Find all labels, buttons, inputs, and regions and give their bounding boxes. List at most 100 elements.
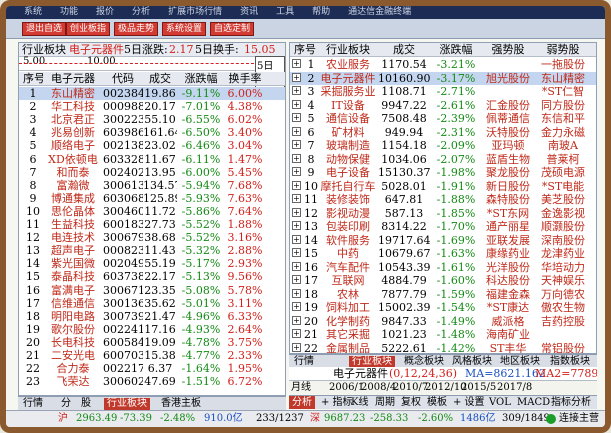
left-col-header[interactable]: 成交 [143,72,177,86]
tab-hk-main[interactable]: 香港主板 [158,398,204,410]
left-col-header[interactable]: 代码 [103,72,143,86]
left-col-header[interactable]: 涨跌幅 [179,72,223,86]
period-label[interactable]: 月线 [291,381,311,394]
industry-change: -2.09% [436,139,476,152]
indicator-button[interactable]: + 指标 [321,396,353,409]
table-row[interactable]: +8 动物保健 1034.06 -2.07% 蓝盾生物 普莱柯 [290,153,596,166]
table-row[interactable]: +10 摩托自行车 5028.01 -1.91% 新日股份 *ST电能 [290,180,596,193]
table-row[interactable]: +22 金属制品 5222.61 -1.42% ST丰华 常铝股份 [290,342,596,353]
table-row[interactable]: 18 明阳电路 300739 21.47 -4.96% 6.33% [19,310,285,323]
right-col-header[interactable]: 涨跌幅 [434,43,478,57]
table-row[interactable]: 9 博通集成 603068125.89 -5.93% 7.63% [19,192,285,205]
table-row[interactable]: 17 信维通信 300136 35.62 -5.01% 3.11% [19,297,285,310]
right-col-header[interactable]: 成交 [378,43,430,57]
table-row[interactable]: 5 顺络电子 002138 23.02 -6.46% 3.04% [19,139,285,152]
table-row[interactable]: +19 饲料加工 15002.39 -1.54% *ST康达 傲农生物 [290,301,596,314]
table-row[interactable]: +17 互联网 4884.79 -1.60% 科达股份 天神娱乐 [290,274,596,287]
industry-amount: 8314.22 [381,220,427,233]
analysis-button[interactable]: 分析 [289,396,315,409]
table-row[interactable]: 3 北京君正 300223 55.10 -6.55% 6.02% [19,113,285,126]
table-row[interactable]: +13 包装印刷 8314.22 -1.70% 通产丽星 顺灏股份 [290,220,596,233]
table-row[interactable]: +2 电子元器件 10160.90 -3.17% 旭光股份 东山精密 [290,71,596,85]
table-row[interactable]: 6 XD依顿电 603328 11.67 -6.11% 1.47% [19,153,285,166]
table-row[interactable]: +4 IT设备 9947.22 -2.61% 汇金股份 同方股份 [290,99,596,112]
table-row[interactable]: 20 长电科技 600584 19.09 -4.78% 3.75% [19,336,285,349]
table-row[interactable]: +18 农林 7877.79 -1.59% 福建金森 万向德农 [290,288,596,301]
table-row[interactable]: +16 汽车配件 10543.39 -1.61% 光洋股份 华培动力 [290,261,596,274]
table-row[interactable]: 12 电连技术 300679 38.68 -5.52% 3.16% [19,231,285,244]
table-row[interactable]: 21 二安光电 600703 15.38 -4.77% 2.33% [19,349,285,362]
table-row[interactable]: +9 电子设备 15130.37 -1.98% 聚龙股份 茂硕电源 [290,166,596,179]
table-row[interactable]: +14 软件服务 19717.64 -1.69% 亚联发展 深南股份 [290,234,596,247]
menu-item-6[interactable]: 工具 [276,7,294,17]
table-row[interactable]: 23 飞荣达 300602 47.69 -1.51% 6.72% [19,375,285,388]
menu-item-3[interactable]: 分析 [132,7,150,17]
table-row[interactable]: 14 紫光国微 002049 55.19 -5.17% 2.93% [19,257,285,270]
left-col-header[interactable]: 换手率 [225,72,265,86]
table-row[interactable]: 22 合力泰 002217 6.37 -1.64% 1.95% [19,362,285,375]
toolbar-settings-button[interactable]: 系统设置 [162,22,207,36]
right-col-header[interactable]: 行业板块 [318,43,378,57]
right-col-header[interactable]: 强势股 [482,43,534,57]
adjust-button[interactable]: 复权 [401,396,421,409]
table-row[interactable]: 2 华工科技 000988 20.17 -7.01% 4.38% [19,100,285,113]
table-row[interactable]: 8 富瀚微 300613134.57 -5.94% 7.68% [19,179,285,192]
row-index: 2 [29,100,37,114]
vol-button[interactable]: VOL [489,396,511,409]
right-col-header[interactable]: 序号 [294,43,316,57]
menu-item-7[interactable]: 帮助 [312,7,330,17]
table-row[interactable]: +20 化学制药 9847.33 -1.49% 威派格 吉药控股 [290,315,596,328]
industry-change: -1.91% [436,179,476,193]
toolbar-exit-button[interactable]: 退出自选 [22,22,67,36]
table-row[interactable]: 7 和而泰 002402 13.95 -6.00% 5.45% [19,166,285,179]
setup-button[interactable]: + 设置 [453,396,485,409]
table-row[interactable]: 19 歌尔股份 002241 17.16 -4.93% 2.64% [19,323,285,336]
table-row[interactable]: 13 超声电子 000823 11.43 -5.32% 2.88% [19,244,285,257]
menu-item-8[interactable]: 通达信金融终端 [348,7,411,17]
table-row[interactable]: 11 生益科技 600183 27.73 -5.52% 1.88% [19,218,285,231]
table-row[interactable]: +1 农业服务 1170.54 -3.21% 一拖股份 [290,58,596,71]
table-row[interactable]: +11 装修装饰 647.81 -1.88% 森特股份 美芝股份 [290,193,596,206]
toolbar-index-button[interactable]: 创业板指 [66,22,111,36]
template-button[interactable]: 模板 [427,396,447,409]
stock-code: 300460 [103,204,143,218]
table-row[interactable]: +7 玻璃制造 1154.18 -2.09% 亚玛顿 南玻A [290,139,596,152]
table-row[interactable]: 10 思伦晶体 300460 11.72 -5.86% 7.64% [19,205,285,218]
table-row[interactable]: 16 富满电子 300671 23.35 -5.08% 5.78% [19,284,285,297]
left-col-header[interactable]: 电子元器 [45,72,101,86]
menu-item-5[interactable]: 资讯 [240,7,258,17]
menu-item-2[interactable]: 报价 [96,7,114,17]
toolbar-trend-button[interactable]: 极品走势 [114,22,159,36]
weak-stock: 万向德农 [541,287,585,301]
table-row[interactable]: 4 兆易创新 603986161.64 -6.50% 3.40% [19,126,285,139]
left-col-header[interactable]: 序号 [23,72,43,86]
right-col-header[interactable]: 弱势股 [536,43,590,57]
menu-item-0[interactable]: 系统 [24,7,42,17]
stock-change: -6.50% [181,126,221,140]
stock-name: 生益科技 [51,218,95,231]
period-button[interactable]: 周期 [375,396,395,409]
kline-button[interactable]: K线 [351,396,368,409]
table-row[interactable]: +12 影视动漫 587.13 -1.85% *ST东网 金逸影视 [290,207,596,220]
table-row[interactable]: +6 矿材料 949.94 -2.31% 沃特股份 金力永磁 [290,126,596,139]
board-tab-label[interactable]: 行业板块 [22,43,66,57]
connection-label[interactable]: 连接主营 [559,411,599,427]
menu-item-4[interactable]: 扩展市场行情 [168,7,222,17]
sh-pct: -2.48% [160,413,196,424]
tab-minute[interactable]: 分 [58,398,74,410]
stock-change: -4.78% [181,335,221,349]
tab-industry-board[interactable]: 行业板块 [104,398,150,410]
table-row[interactable]: +15 中药 10679.67 -1.63% 康缘药业 龙津药业 [290,247,596,260]
table-row[interactable]: 15 泰晶科技 603738 22.17 -5.13% 9.56% [19,270,285,283]
strong-stock: 福建金森 [486,287,530,301]
tab-quote[interactable]: 行情 [20,398,46,410]
table-row[interactable]: +21 其它采掘 1021.23 -1.48% 海南矿业 [290,328,596,341]
macd-button[interactable]: MACD [517,396,550,409]
toolbar-custom-button[interactable]: 自选定制 [210,22,255,36]
table-row[interactable]: 1 东山精密 002384 19.86 -9.11% 6.00% [19,87,285,101]
indicator-analysis-button[interactable]: 指标分析 [551,396,591,409]
menu-item-1[interactable]: 功能 [60,7,78,17]
table-row[interactable]: +3 采掘服务业 1108.71 -2.71% *ST仁智 [290,85,596,98]
tab-stock[interactable]: 股 [78,398,94,410]
table-row[interactable]: +5 通信设备 7508.48 -2.39% 佩蒂通信 东信和平 [290,112,596,125]
